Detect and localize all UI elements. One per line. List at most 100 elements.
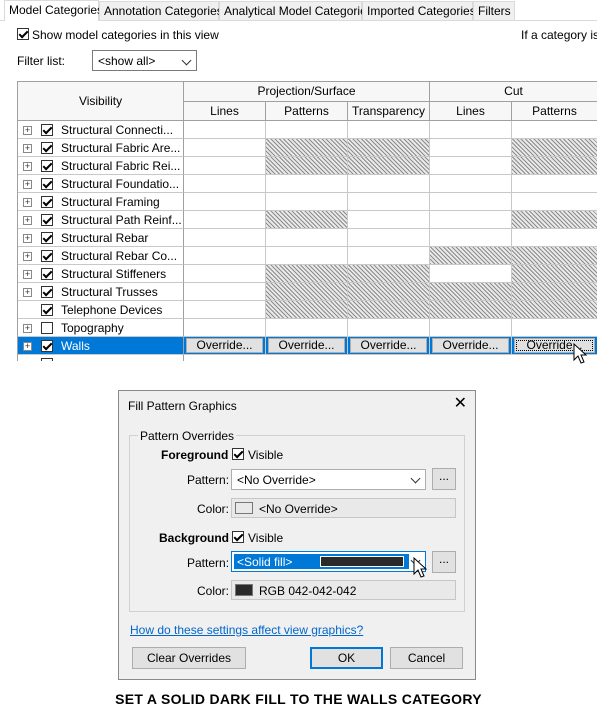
expand-icon[interactable]: + bbox=[23, 144, 32, 153]
cut-patterns-cell[interactable] bbox=[512, 229, 597, 247]
override-button[interactable]: Override... bbox=[268, 338, 345, 353]
cut-lines-cell[interactable] bbox=[430, 157, 512, 175]
cut-patterns-cell[interactable] bbox=[512, 175, 597, 193]
projection-patterns-cell[interactable] bbox=[266, 265, 348, 283]
expand-icon[interactable]: + bbox=[23, 198, 32, 207]
row-visibility-checkbox[interactable] bbox=[41, 268, 53, 280]
filter-list-dropdown[interactable]: <show all> bbox=[92, 50, 197, 71]
background-color-button[interactable]: RGB 042-042-042 bbox=[231, 580, 456, 600]
projection-lines-cell[interactable] bbox=[184, 301, 266, 319]
row-visibility-checkbox[interactable] bbox=[41, 250, 53, 262]
projection-patterns-cell[interactable] bbox=[266, 193, 348, 211]
projection-patterns-cell[interactable] bbox=[266, 229, 348, 247]
help-link[interactable]: How do these settings affect view graphi… bbox=[130, 623, 363, 637]
cut-patterns-cell[interactable] bbox=[512, 139, 597, 157]
cut-patterns-cell[interactable] bbox=[512, 121, 597, 139]
projection-patterns-cell[interactable] bbox=[266, 121, 348, 139]
expand-icon[interactable]: + bbox=[23, 288, 32, 297]
table-row[interactable]: + Structural Rebar Co... bbox=[18, 247, 597, 265]
tab-analytical-model-categories[interactable]: Analytical Model Categories bbox=[219, 1, 373, 20]
foreground-visible-checkbox[interactable] bbox=[232, 448, 244, 460]
projection-lines-cell[interactable] bbox=[184, 229, 266, 247]
background-visible-checkbox[interactable] bbox=[232, 531, 244, 543]
cut-lines-cell[interactable] bbox=[430, 283, 512, 301]
clear-overrides-button[interactable]: Clear Overrides bbox=[132, 647, 246, 669]
expand-icon[interactable]: + bbox=[23, 270, 32, 279]
expand-icon[interactable]: + bbox=[23, 252, 32, 261]
projection-transparency-cell[interactable] bbox=[348, 283, 430, 301]
projection-patterns-cell[interactable] bbox=[266, 157, 348, 175]
projection-lines-cell[interactable] bbox=[184, 175, 266, 193]
expand-icon[interactable]: + bbox=[23, 126, 32, 135]
table-row[interactable]: + Structural Fabric Rei... bbox=[18, 157, 597, 175]
row-visibility-checkbox[interactable] bbox=[41, 196, 53, 208]
tab-model-categories[interactable]: Model Categories bbox=[4, 0, 103, 21]
cut-patterns-cell[interactable] bbox=[512, 157, 597, 175]
cut-lines-cell[interactable] bbox=[430, 175, 512, 193]
projection-transparency-cell[interactable] bbox=[348, 265, 430, 283]
row-visibility-checkbox[interactable] bbox=[41, 142, 53, 154]
cut-patterns-cell[interactable] bbox=[512, 283, 597, 301]
projection-lines-cell[interactable] bbox=[184, 247, 266, 265]
cut-patterns-cell[interactable] bbox=[512, 211, 597, 229]
table-row-walls[interactable]: + Walls Override... Override... Override… bbox=[18, 337, 597, 355]
row-visibility-checkbox[interactable] bbox=[41, 232, 53, 244]
foreground-pattern-dropdown[interactable]: <No Override> bbox=[231, 469, 426, 490]
projection-transparency-cell[interactable] bbox=[348, 211, 430, 229]
cut-patterns-cell[interactable] bbox=[512, 301, 597, 319]
row-visibility-checkbox[interactable] bbox=[41, 124, 53, 136]
table-row[interactable]: + Structural Trusses bbox=[18, 283, 597, 301]
projection-patterns-cell[interactable] bbox=[266, 211, 348, 229]
expand-icon[interactable]: + bbox=[23, 342, 32, 351]
row-visibility-checkbox[interactable] bbox=[41, 286, 53, 298]
table-row[interactable]: + Topography bbox=[18, 319, 597, 337]
cut-lines-cell[interactable] bbox=[430, 301, 512, 319]
cancel-button[interactable]: Cancel bbox=[390, 647, 463, 669]
row-visibility-checkbox[interactable] bbox=[41, 340, 53, 352]
tab-filters[interactable]: Filters bbox=[473, 1, 515, 20]
projection-lines-cell[interactable] bbox=[184, 121, 266, 139]
cut-patterns-cell[interactable] bbox=[512, 319, 597, 337]
projection-lines-cell[interactable] bbox=[184, 211, 266, 229]
row-visibility-checkbox[interactable] bbox=[41, 358, 53, 361]
cut-patterns-cell[interactable] bbox=[512, 193, 597, 211]
table-row[interactable]: Telephone Devices bbox=[18, 301, 597, 319]
show-model-categories-checkbox[interactable] bbox=[17, 28, 29, 40]
projection-patterns-cell[interactable] bbox=[266, 283, 348, 301]
background-pattern-dropdown[interactable]: <Solid fill> bbox=[231, 551, 426, 572]
projection-transparency-cell[interactable] bbox=[348, 121, 430, 139]
visibility-header[interactable]: Visibility bbox=[18, 82, 184, 121]
table-row[interactable]: + Structural Framing bbox=[18, 193, 597, 211]
projection-transparency-cell[interactable] bbox=[348, 193, 430, 211]
expand-icon[interactable]: + bbox=[23, 324, 32, 333]
ok-button[interactable]: OK bbox=[310, 647, 383, 669]
cut-lines-cell[interactable] bbox=[430, 229, 512, 247]
projection-transparency-cell[interactable] bbox=[348, 247, 430, 265]
projection-patterns-cell[interactable] bbox=[266, 247, 348, 265]
tab-annotation-categories[interactable]: Annotation Categories bbox=[99, 1, 223, 20]
projection-lines-cell[interactable] bbox=[184, 139, 266, 157]
override-button[interactable]: Override... bbox=[432, 338, 509, 353]
table-row[interactable]: + Structural Path Reinf... bbox=[18, 211, 597, 229]
projection-lines-cell[interactable] bbox=[184, 265, 266, 283]
cut-lines-cell[interactable] bbox=[430, 121, 512, 139]
projection-transparency-cell[interactable] bbox=[348, 157, 430, 175]
projection-lines-cell[interactable] bbox=[184, 193, 266, 211]
row-visibility-checkbox[interactable] bbox=[41, 304, 53, 316]
expand-icon[interactable]: + bbox=[23, 216, 32, 225]
projection-transparency-cell[interactable] bbox=[348, 175, 430, 193]
table-row[interactable]: + Structural Fabric Are... bbox=[18, 139, 597, 157]
projection-transparency-cell[interactable] bbox=[348, 229, 430, 247]
projection-patterns-cell[interactable] bbox=[266, 301, 348, 319]
projection-transparency-cell[interactable] bbox=[348, 319, 430, 337]
cut-lines-cell[interactable] bbox=[430, 247, 512, 265]
cut-lines-cell[interactable] bbox=[430, 211, 512, 229]
projection-patterns-cell[interactable] bbox=[266, 319, 348, 337]
projection-patterns-cell[interactable] bbox=[266, 175, 348, 193]
projection-transparency-cell[interactable] bbox=[348, 301, 430, 319]
projection-lines-cell[interactable] bbox=[184, 283, 266, 301]
override-button[interactable]: Override... bbox=[186, 338, 263, 353]
foreground-color-button[interactable]: <No Override> bbox=[231, 498, 456, 518]
foreground-pattern-browse-button[interactable]: ... bbox=[432, 468, 456, 490]
cut-lines-cell[interactable] bbox=[430, 193, 512, 211]
